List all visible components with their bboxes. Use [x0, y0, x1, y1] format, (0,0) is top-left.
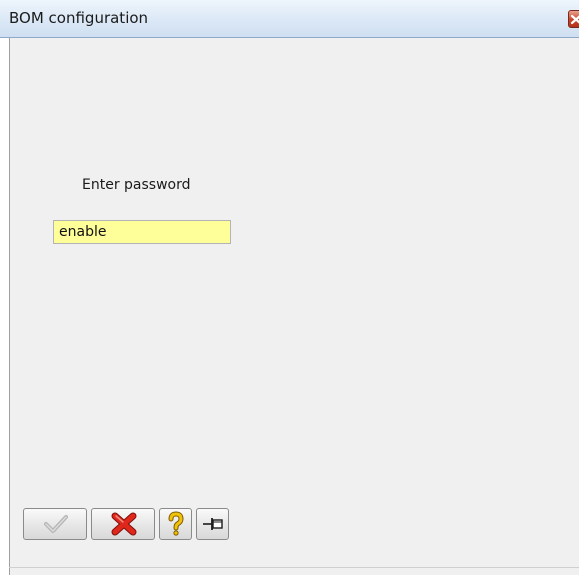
window-title: BOM configuration	[9, 9, 149, 27]
pin-icon	[203, 518, 223, 530]
password-prompt-label: Enter password	[82, 177, 191, 193]
dialog-toolbar	[23, 508, 231, 542]
dialog-body: Enter password	[9, 38, 579, 575]
question-mark-icon	[168, 511, 184, 536]
window-bottom-border	[9, 567, 579, 568]
cancel-button[interactable]	[91, 508, 155, 540]
window-close-button[interactable]	[568, 10, 579, 28]
title-bar[interactable]: BOM configuration	[0, 0, 579, 38]
close-icon	[570, 14, 579, 25]
red-x-icon	[111, 512, 137, 536]
password-input[interactable]	[53, 220, 231, 244]
help-button[interactable]	[159, 508, 192, 540]
ok-button[interactable]	[23, 508, 87, 540]
bom-configuration-window: BOM configuration Enter password	[0, 0, 579, 575]
checkmark-icon	[44, 515, 68, 533]
pin-button[interactable]	[196, 508, 229, 540]
